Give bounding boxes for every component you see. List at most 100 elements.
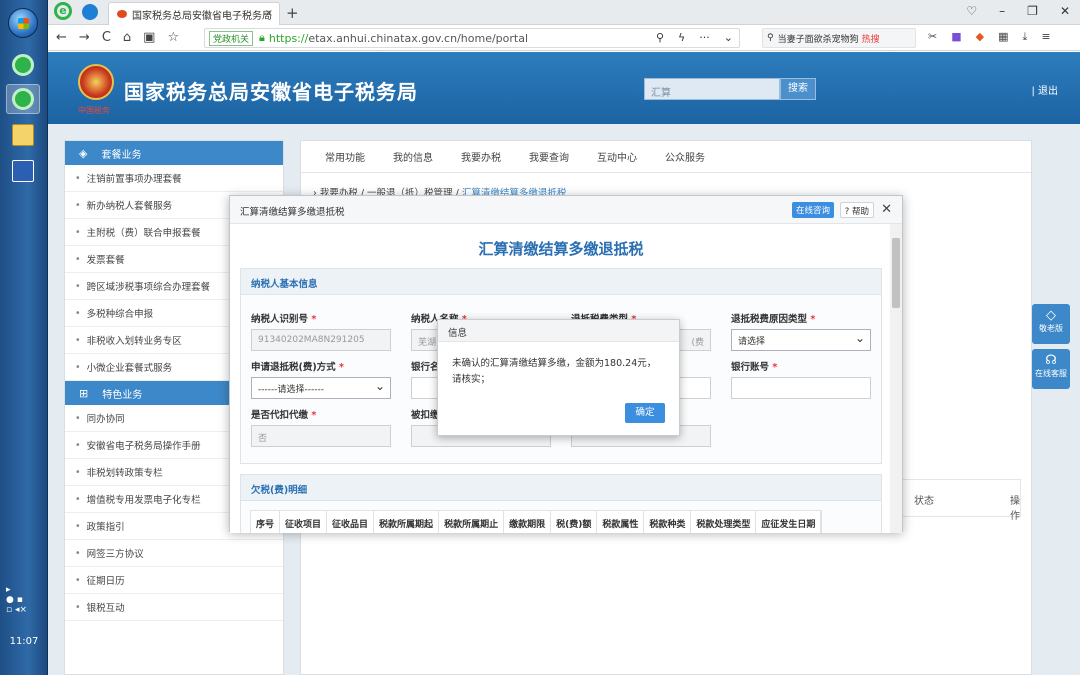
method-select[interactable]: ------请选择------ — [251, 377, 391, 399]
restore-icon[interactable]: ❐ — [1027, 4, 1038, 18]
tab-close-icon[interactable]: × — [265, 8, 273, 19]
nav-interact[interactable]: 互动中心 — [597, 149, 637, 164]
new-tab-icon[interactable]: + — [286, 4, 299, 22]
confirm-button[interactable]: 确定 — [625, 403, 665, 423]
reason-type-select[interactable]: 请选择 — [731, 329, 871, 351]
elder-mode-button[interactable]: ◇ 敬老版 — [1032, 304, 1070, 344]
menu-icon[interactable]: ≡ — [1041, 30, 1050, 44]
more-icon[interactable]: ··· — [699, 31, 710, 44]
scissors-icon[interactable]: ✂ — [928, 30, 937, 44]
elder-icon: ◇ — [1046, 308, 1056, 323]
extension-icon[interactable] — [82, 4, 98, 20]
reload-icon[interactable]: C — [102, 30, 111, 45]
taskbar-explorer-icon[interactable] — [6, 120, 40, 150]
search-icon: ⚲ — [767, 33, 774, 43]
lightning-icon[interactable]: ϟ — [678, 31, 685, 44]
download-icon[interactable]: ⤓ — [1023, 30, 1028, 44]
col-header: 税款处理类型 — [691, 511, 757, 533]
nav-common[interactable]: 常用功能 — [325, 149, 365, 164]
taxid-field[interactable]: 91340202MA8N291205 — [251, 329, 391, 351]
tab-bar: e 国家税务总局安徽省电子税务局 × + ♡ – ❐ ✕ — [48, 0, 1080, 25]
url-path: etax.anhui.chinatax.gov.cn/home/portal — [308, 31, 529, 45]
withhold-label: 是否代扣代缴 * — [251, 410, 317, 421]
scrollbar-thumb[interactable] — [892, 238, 900, 308]
taskbar-browser-active-icon[interactable] — [6, 84, 40, 114]
col-action: 操作 — [1010, 496, 1020, 522]
start-button[interactable] — [8, 8, 38, 38]
url-tools: ⚲ ϟ ··· ⌄ — [656, 31, 733, 44]
sidebar-item[interactable]: 注销前置事项办理套餐 — [65, 165, 283, 192]
online-consult-button[interactable]: 在线咨询 — [791, 202, 834, 218]
sidebar-section-header[interactable]: ◈ 套餐业务 — [65, 141, 283, 165]
zoom-icon[interactable]: ⚲ — [656, 31, 664, 44]
forward-icon[interactable]: → — [79, 30, 90, 45]
col-header: 税款所属期起 — [374, 511, 440, 533]
headset-icon: ☊ — [1045, 353, 1057, 368]
briefcase-icon[interactable]: ▣ — [143, 30, 155, 45]
back-icon[interactable]: ← — [56, 30, 67, 45]
dialog-scrollbar[interactable] — [890, 224, 902, 533]
col-header: 应征发生日期 — [756, 511, 822, 533]
url-input[interactable]: 党政机关 🔒︎ https:// etax.anhui.chinatax.gov… — [204, 28, 740, 48]
hot-search-badge: 热搜 — [861, 34, 880, 45]
favorites-icon[interactable]: ☆ — [167, 30, 179, 45]
taskbar-browser-icon[interactable] — [6, 50, 40, 80]
apps-grid-icon[interactable]: ▦ — [998, 30, 1008, 44]
web-page: 中国税务 国家税务总局安徽省电子税务局 汇算 搜索 | 退出 ◈ 套餐业务 注销前… — [48, 52, 1080, 675]
browser-logo-icon[interactable]: e — [54, 2, 72, 20]
browser-search-input[interactable]: ⚲ 当妻子面欲杀宠物狗 热搜 — [762, 28, 916, 48]
withhold-field[interactable]: 否 — [251, 425, 391, 447]
search-suggestion: 当妻子面欲杀宠物狗 — [777, 34, 859, 45]
sidebar-section-label: 套餐业务 — [101, 149, 142, 161]
shield-icon[interactable]: ♡ — [966, 4, 977, 18]
browser-window: e 国家税务总局安徽省电子税务局 × + ♡ – ❐ ✕ ← → C ⌂ ▣ ☆… — [48, 0, 1080, 675]
emblem-caption: 中国税务 — [78, 106, 110, 115]
logout-link[interactable]: | 退出 — [1031, 82, 1058, 97]
online-service-button[interactable]: ☊ 在线客服 — [1032, 349, 1070, 389]
nav-do-tax[interactable]: 我要办税 — [461, 149, 501, 164]
sidebar-item[interactable]: 网签三方协议 — [65, 540, 283, 567]
lock-icon: 🔒︎ — [259, 31, 265, 44]
col-header: 税款属性 — [597, 511, 645, 533]
tab-etax[interactable]: 国家税务总局安徽省电子税务局 × — [108, 2, 280, 25]
col-header: 征收项目 — [280, 511, 328, 533]
site-search-button[interactable]: 搜索 — [780, 78, 816, 100]
reason-type-label: 退抵税费原因类型 * — [731, 314, 816, 325]
clock[interactable]: 11:07 — [0, 636, 48, 647]
dialog-close-icon[interactable]: ✕ — [881, 202, 892, 217]
help-button[interactable]: ? 帮助 — [839, 202, 874, 218]
method-label: 申请退抵税(费)方式 * — [251, 362, 344, 373]
toolbar-icons: ✂ ■ ◆ ▦ ⤓ ≡ — [928, 30, 1051, 44]
col-header: 税款种类 — [644, 511, 692, 533]
online-service-label: 在线客服 — [1035, 369, 1067, 378]
windows-taskbar: ▸ ● ▪ ▫ ◂× 11:07 — [0, 0, 48, 675]
taskbar-word-icon[interactable] — [6, 156, 40, 186]
chevron-down-icon[interactable]: ⌄ — [724, 31, 733, 44]
col-status: 状态 — [914, 496, 934, 507]
withheld-label: 被扣缴 — [411, 410, 440, 421]
sidebar-item[interactable]: 征期日历 — [65, 567, 283, 594]
col-header: 征收品目 — [327, 511, 375, 533]
minimize-icon[interactable]: – — [999, 4, 1005, 18]
site-search-input[interactable]: 汇算 — [644, 78, 780, 100]
nav-query[interactable]: 我要查询 — [529, 149, 569, 164]
col-header: 税(费)额 — [551, 511, 598, 533]
nav-public[interactable]: 公众服务 — [665, 149, 705, 164]
window-close-icon[interactable]: ✕ — [1060, 4, 1070, 18]
bank-account-field[interactable] — [731, 377, 871, 399]
col-header: 缴款期限 — [504, 511, 552, 533]
sidebar-item[interactable]: 银税互动 — [65, 594, 283, 621]
extension-purple-icon[interactable]: ■ — [951, 30, 961, 44]
tab-title: 国家税务总局安徽省电子税务局 — [132, 10, 272, 22]
tray-icons[interactable]: ▸ ● ▪ ▫ ◂× — [6, 585, 42, 615]
elder-mode-label: 敬老版 — [1039, 324, 1063, 333]
url-scheme: https:// — [268, 31, 309, 45]
col-header: 序号 — [251, 511, 281, 533]
game-icon[interactable]: ◆ — [976, 30, 984, 44]
address-bar-row: ← → C ⌂ ▣ ☆ 党政机关 🔒︎ https:// etax.anhui.… — [48, 25, 1080, 51]
dialog-title: 汇算清缴结算多缴退抵税 — [240, 207, 345, 218]
bank-account-label: 银行账号 * — [731, 362, 778, 373]
home-icon[interactable]: ⌂ — [123, 30, 131, 45]
owe-table-header: 序号 征收项目 征收品目 税款所属期起 税款所属期止 缴款期限 税(费)额 税款… — [250, 510, 823, 533]
nav-my-info[interactable]: 我的信息 — [393, 149, 433, 164]
